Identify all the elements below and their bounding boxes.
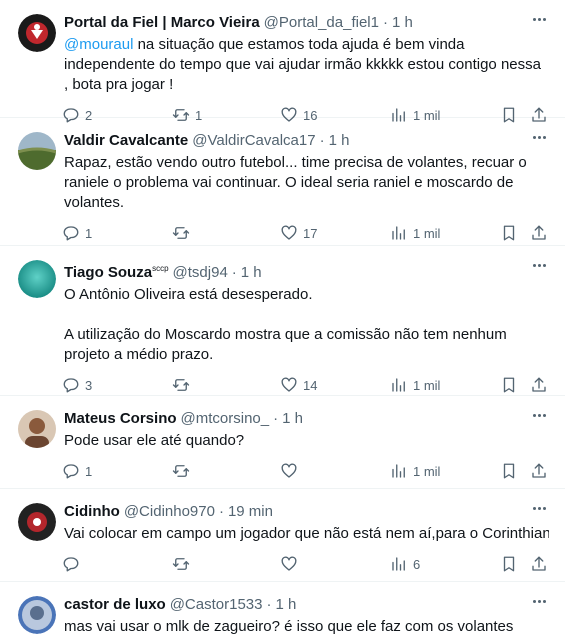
views-icon [392, 378, 405, 392]
timestamp[interactable]: 1 h [392, 12, 413, 34]
bookmark-icon [503, 463, 515, 479]
avatar[interactable] [18, 132, 56, 170]
action-bar: 6 [62, 544, 549, 584]
reply-tweet[interactable]: castor de luxo @Castor1533 · 1 h mas vai… [0, 582, 565, 642]
bookmark-icon [503, 377, 515, 393]
display-name[interactable]: Mateus Corsino [64, 408, 177, 430]
tweet-text: Pode usar ele até quando? [64, 432, 245, 449]
like-icon [281, 377, 297, 392]
views-count: 1 mil [413, 377, 441, 393]
bookmark-icon [503, 556, 515, 572]
separator-dot: · [273, 410, 279, 427]
views-button[interactable]: 6 [390, 544, 420, 584]
user-handle[interactable]: @mtcorsino_ [181, 408, 270, 430]
retweet-icon [172, 465, 190, 477]
name-superscript: sccp [152, 264, 169, 273]
like-count: 14 [303, 377, 318, 393]
tweet-text: Rapaz, estão vendo outro futebol... time… [64, 154, 527, 211]
like-icon [281, 556, 297, 571]
bookmark-button[interactable] [500, 544, 518, 584]
reply-icon [63, 378, 79, 393]
more-icon[interactable] [527, 499, 551, 517]
retweet-icon [172, 558, 190, 570]
reply-icon [63, 464, 79, 479]
retweet-button[interactable] [172, 544, 190, 584]
share-button[interactable] [530, 544, 548, 584]
reply-count: 1 [85, 463, 93, 479]
share-button[interactable] [530, 451, 548, 491]
views-button[interactable]: 1 mil [390, 451, 440, 491]
user-handle[interactable]: @tsdj94 [173, 262, 228, 284]
views-icon [392, 557, 405, 571]
reply-count: 1 [85, 225, 93, 241]
tweet-text: Vai colocar em campo um jogador que não … [64, 525, 549, 542]
retweet-icon [172, 379, 190, 391]
retweet-icon [172, 227, 190, 239]
like-icon [281, 225, 297, 240]
more-icon[interactable] [527, 592, 551, 610]
views-icon [392, 464, 405, 478]
more-icon[interactable] [527, 406, 551, 424]
display-name[interactable]: Portal da Fiel | Marco Vieira [64, 12, 260, 34]
avatar[interactable] [18, 596, 56, 634]
display-name[interactable]: Cidinho [64, 501, 120, 523]
tweet-text: O Antônio Oliveira está desesperado. A u… [64, 286, 507, 363]
reply-tweet[interactable]: Cidinho @Cidinho970 · 19 min Vai colocar… [0, 489, 565, 582]
avatar[interactable] [18, 260, 56, 298]
user-handle[interactable]: @Cidinho970 [124, 501, 215, 523]
like-count: 17 [303, 225, 318, 241]
views-count: 6 [413, 556, 421, 572]
views-icon [392, 226, 405, 240]
timestamp[interactable]: 1 h [282, 408, 303, 430]
share-icon [532, 377, 546, 392]
more-icon[interactable] [527, 10, 551, 28]
tweet-text: @mouraul na situação que estamos toda aj… [64, 36, 541, 93]
views-count: 1 mil [413, 225, 441, 241]
user-handle[interactable]: @Castor1533 [170, 594, 263, 616]
bookmark-button[interactable] [500, 451, 518, 491]
separator-dot: · [382, 14, 388, 31]
display-name[interactable]: castor de luxo [64, 594, 166, 616]
share-icon [532, 556, 546, 571]
separator-dot: · [231, 264, 237, 281]
reply-button[interactable] [62, 544, 80, 584]
share-icon [532, 463, 546, 478]
avatar[interactable] [18, 503, 56, 541]
like-button[interactable] [280, 544, 298, 584]
share-icon [532, 225, 546, 240]
like-icon [281, 463, 297, 478]
bookmark-icon [503, 225, 515, 241]
timestamp[interactable]: 1 h [241, 262, 262, 284]
reply-button[interactable]: 1 [62, 451, 92, 491]
views-count: 1 mil [413, 463, 441, 479]
reply-tweet[interactable]: Tiago Souzasccp @tsdj94 · 1 h O Antônio … [0, 246, 565, 396]
display-name[interactable]: Tiago Souzasccp [64, 258, 169, 284]
separator-dot: · [266, 596, 272, 613]
reply-tweet[interactable]: Valdir Cavalcante @ValdirCavalca17 · 1 h… [0, 118, 565, 246]
display-name[interactable]: Valdir Cavalcante [64, 130, 188, 152]
reply-icon [63, 226, 79, 241]
retweet-button[interactable] [172, 451, 190, 491]
user-handle[interactable]: @ValdirCavalca17 [192, 130, 315, 152]
reply-icon [63, 557, 79, 572]
action-bar: 1 1 mil [62, 451, 549, 491]
reply-count: 3 [85, 377, 93, 393]
like-button[interactable] [280, 451, 298, 491]
tweet-text: mas vai usar o mlk de zagueiro? é isso q… [64, 618, 514, 635]
timestamp[interactable]: 19 min [228, 501, 273, 523]
reply-feed: Portal da Fiel | Marco Vieira @Portal_da… [0, 0, 565, 642]
timestamp[interactable]: 1 h [329, 130, 350, 152]
more-icon[interactable] [527, 256, 551, 274]
reply-tweet[interactable]: Mateus Corsino @mtcorsino_ · 1 h Pode us… [0, 396, 565, 489]
user-handle[interactable]: @Portal_da_fiel1 [264, 12, 379, 34]
mention-link[interactable]: @mouraul [64, 36, 133, 53]
more-icon[interactable] [527, 128, 551, 146]
avatar[interactable] [18, 14, 56, 52]
avatar[interactable] [18, 410, 56, 448]
separator-dot: · [319, 132, 325, 149]
separator-dot: · [218, 503, 224, 520]
reply-tweet[interactable]: Portal da Fiel | Marco Vieira @Portal_da… [0, 0, 565, 123]
timestamp[interactable]: 1 h [275, 594, 296, 616]
